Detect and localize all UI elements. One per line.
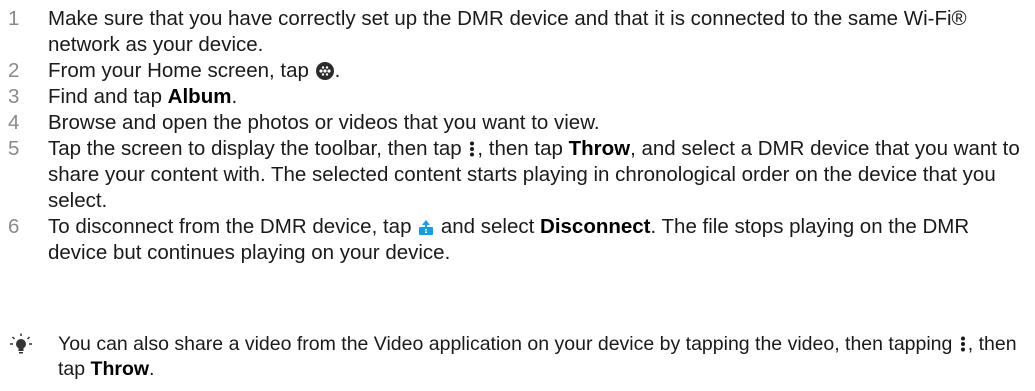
step-number: 4 (8, 111, 20, 134)
step-3: 3 Find and tap Album. (8, 84, 1028, 110)
step-text: Find and tap Album. (48, 84, 1028, 110)
more-vertical-icon (960, 336, 965, 352)
step-text-part: and select (435, 215, 541, 238)
tip-text: You can also share a video from the Vide… (58, 332, 1030, 382)
tip-text-part: You can also share a video from the Vide… (58, 333, 958, 355)
step-5: 5 Tap the screen to display the toolbar,… (8, 136, 1028, 214)
step-text-part: To disconnect from the DMR device, tap (48, 215, 418, 238)
step-number: 6 (8, 215, 20, 238)
tip-note: You can also share a video from the Vide… (10, 332, 1030, 382)
more-vertical-icon (470, 141, 475, 157)
throw-label: Throw (90, 358, 150, 380)
step-6: 6 To disconnect from the DMR device, tap… (8, 214, 1028, 266)
throw-label: Throw (568, 137, 631, 160)
step-text: Tap the screen to display the toolbar, t… (48, 136, 1028, 214)
step-text-part: Find and tap (48, 85, 168, 108)
step-number: 5 (8, 137, 20, 160)
tip-text-part: . (149, 358, 155, 380)
step-text: To disconnect from the DMR device, tap a… (48, 214, 1028, 266)
step-text: Browse and open the photos or videos tha… (48, 111, 600, 134)
step-number: 1 (8, 7, 20, 30)
album-label: Album (167, 85, 232, 108)
throw-icon (419, 220, 434, 235)
step-text-part: From your Home screen, tap (48, 59, 315, 82)
step-1: 1 Make sure that you have correctly set … (8, 6, 1028, 58)
instruction-steps: 1 Make sure that you have correctly set … (8, 6, 1028, 266)
step-text: From your Home screen, tap . (48, 58, 1028, 84)
disconnect-label: Disconnect (540, 215, 651, 238)
step-number: 2 (8, 59, 20, 82)
step-text-part: . (231, 85, 238, 108)
step-text-part: . (334, 59, 341, 82)
step-number: 3 (8, 85, 20, 108)
lightbulb-icon (10, 332, 58, 360)
step-2: 2 From your Home screen, tap . (8, 58, 1028, 84)
step-4: 4 Browse and open the photos or videos t… (8, 110, 1028, 136)
step-text-part: Tap the screen to display the toolbar, t… (48, 137, 468, 160)
step-text-part: , then tap (477, 137, 569, 160)
apps-icon (315, 62, 334, 80)
step-text: Make sure that you have correctly set up… (48, 7, 967, 56)
